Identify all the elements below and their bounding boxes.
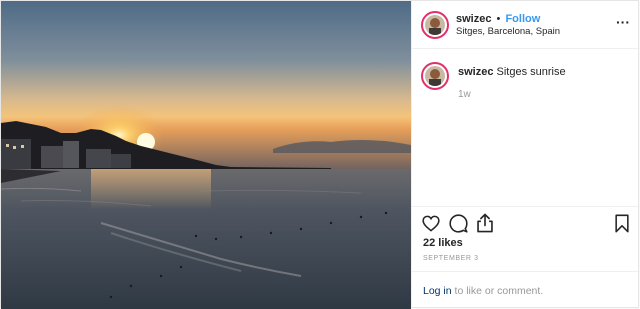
separator-dot: • <box>496 13 501 25</box>
header-title-line: swizec • Follow <box>456 13 540 25</box>
login-link[interactable]: Log in <box>423 285 452 297</box>
post-date[interactable]: SEPTEMBER 3 <box>423 255 479 262</box>
caption-text: Sitges sunrise <box>496 66 566 78</box>
login-prompt: Log in to like or comment. <box>412 271 640 308</box>
sunrise-photo-image <box>1 1 411 309</box>
caption-line: swizec Sitges sunrise <box>458 66 566 78</box>
more-horizontal-icon[interactable]: ··· <box>616 14 630 30</box>
likes-count[interactable]: 22 likes <box>423 237 463 249</box>
share-icon[interactable] <box>476 213 494 238</box>
author-username[interactable]: swizec <box>456 13 491 25</box>
follow-button[interactable]: Follow <box>505 13 540 25</box>
post-photo[interactable] <box>1 1 411 309</box>
instagram-post: swizec • Follow Sitges, Barcelona, Spain… <box>0 0 640 309</box>
caption-comment: swizec Sitges sunrise 1w <box>412 49 640 207</box>
comment-icon[interactable] <box>449 214 468 238</box>
heart-icon[interactable] <box>422 215 440 237</box>
post-side-panel: swizec • Follow Sitges, Barcelona, Spain… <box>411 1 640 308</box>
login-prompt-rest: to like or comment. <box>454 285 544 297</box>
caption-username[interactable]: swizec <box>458 66 493 78</box>
post-actions: 22 likes SEPTEMBER 3 <box>412 206 640 272</box>
avatar-image <box>425 15 445 35</box>
bookmark-icon[interactable] <box>615 214 629 238</box>
avatar-image <box>425 66 445 86</box>
caption-time-ago[interactable]: 1w <box>458 89 471 100</box>
caption-avatar[interactable] <box>421 62 449 90</box>
post-location[interactable]: Sitges, Barcelona, Spain <box>456 26 560 37</box>
login-prompt-text: Log in to like or comment. <box>423 285 543 297</box>
post-header: swizec • Follow Sitges, Barcelona, Spain… <box>412 1 640 49</box>
author-avatar[interactable] <box>421 11 449 39</box>
